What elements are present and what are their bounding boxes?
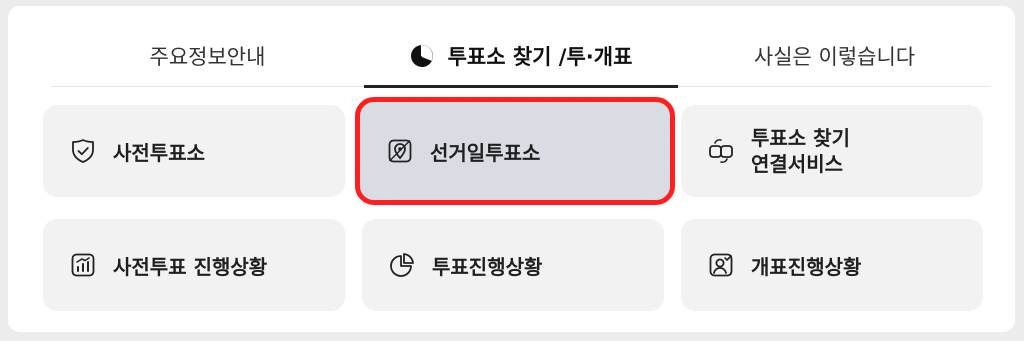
polling-station-link-service-button[interactable]: 투표소 찾기 연결서비스 bbox=[681, 105, 983, 197]
election-day-station-label: 선거일투표소 bbox=[430, 140, 541, 165]
pie-chart-outline-icon bbox=[390, 253, 414, 277]
tab-find-polling-station-label: 투표소 찾기 /투·개표 bbox=[447, 45, 633, 69]
early-voting-station-label: 사전투표소 bbox=[113, 140, 205, 165]
early-voting-progress-label: 사전투표 진행상황 bbox=[113, 254, 268, 279]
early-voting-progress-button[interactable]: 사전투표 진행상황 bbox=[43, 219, 345, 311]
pie-chart-icon bbox=[410, 45, 433, 67]
link-service-label: 투표소 찾기 연결서비스 bbox=[751, 125, 850, 177]
tab-fact-check[interactable]: 사실은 이렇습니다 bbox=[678, 26, 991, 86]
election-day-station-button[interactable]: 선거일투표소 bbox=[355, 97, 675, 205]
check-shield-icon bbox=[72, 139, 94, 163]
voting-progress-label: 투표진행상황 bbox=[432, 254, 543, 279]
link-service-label-line2: 연결서비스 bbox=[751, 152, 843, 176]
tab-fact-check-label: 사실은 이렇습니다 bbox=[753, 45, 916, 69]
tab-find-polling-station[interactable]: 투표소 찾기 /투·개표 bbox=[364, 26, 678, 88]
link-service-label-line1: 투표소 찾기 bbox=[751, 126, 850, 150]
counting-progress-button[interactable]: 개표진행상황 bbox=[681, 219, 983, 311]
tab-bar: 주요정보안내 투표소 찾기 /투·개표 사실은 이렇습니다 bbox=[51, 26, 991, 88]
voting-progress-button[interactable]: 투표진행상황 bbox=[362, 219, 664, 311]
link-arrows-icon bbox=[709, 139, 733, 163]
election-info-card: 주요정보안내 투표소 찾기 /투·개표 사실은 이렇습니다 사전투표소 선거일투… bbox=[8, 6, 1015, 332]
user-check-icon bbox=[709, 253, 733, 277]
map-pin-icon bbox=[388, 139, 412, 163]
tab-main-info-label: 주요정보안내 bbox=[149, 45, 266, 69]
growth-chart-icon bbox=[71, 253, 95, 277]
tab-main-info[interactable]: 주요정보안내 bbox=[51, 26, 364, 86]
early-voting-station-button[interactable]: 사전투표소 bbox=[43, 105, 345, 197]
counting-progress-label: 개표진행상황 bbox=[751, 254, 862, 279]
